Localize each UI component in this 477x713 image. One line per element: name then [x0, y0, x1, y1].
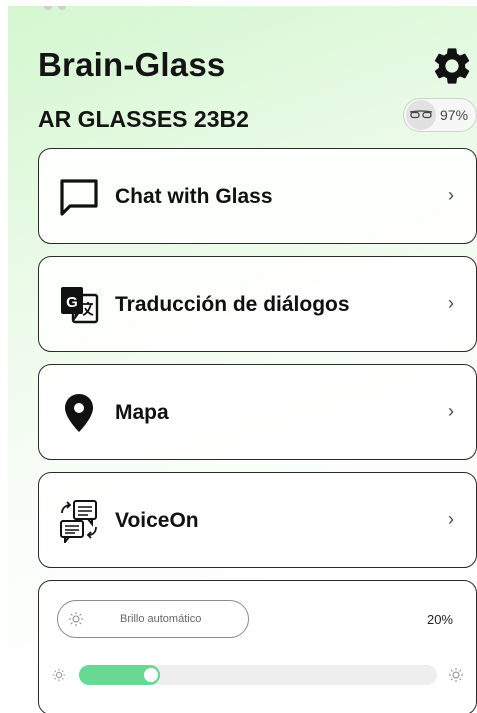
- voice-conversation-icon: [57, 499, 101, 543]
- chevron-right-icon: ›: [448, 293, 454, 313]
- map-card[interactable]: Mapa ›: [38, 364, 477, 460]
- device-name: AR GLASSES 23B2: [38, 106, 249, 132]
- chat-bubble-icon: [57, 175, 101, 219]
- dialog-translation-card[interactable]: G Traducción de diálogos ›: [38, 256, 477, 352]
- card-label: Chat with Glass: [115, 185, 273, 208]
- card-label: Traducción de diálogos: [115, 293, 350, 316]
- sun-icon: [68, 611, 84, 632]
- map-pin-icon: [57, 391, 101, 435]
- battery-percent: 97%: [440, 107, 469, 123]
- settings-gear-icon[interactable]: [430, 44, 474, 88]
- brightness-slider[interactable]: [79, 665, 437, 685]
- sun-high-icon: [448, 667, 464, 688]
- chevron-right-icon: ›: [448, 185, 454, 205]
- auto-brightness-toggle[interactable]: Brillo automático: [57, 600, 249, 638]
- translate-icon: G: [57, 283, 101, 327]
- card-label: VoiceOn: [115, 509, 199, 532]
- brightness-value: 20%: [426, 612, 453, 627]
- glasses-battery-badge: 97%: [403, 98, 477, 132]
- chevron-right-icon: ›: [448, 509, 454, 529]
- glasses-icon: [406, 100, 436, 130]
- sun-low-icon: [52, 668, 66, 687]
- chevron-right-icon: ›: [448, 401, 454, 421]
- app-screen: Brain-Glass AR GLASSES 23B2 97% Chat wit…: [8, 6, 477, 713]
- brightness-card: Brillo automático 20%: [38, 580, 477, 713]
- chat-with-glass-card[interactable]: Chat with Glass ›: [38, 148, 477, 244]
- auto-brightness-label: Brillo automático: [120, 613, 202, 625]
- voiceon-card[interactable]: VoiceOn ›: [38, 472, 477, 568]
- card-label: Mapa: [115, 401, 169, 424]
- brightness-slider-handle[interactable]: [141, 666, 160, 684]
- app-title: Brain-Glass: [38, 46, 226, 83]
- status-bar-fragment: [44, 6, 74, 12]
- svg-text:G: G: [66, 294, 78, 311]
